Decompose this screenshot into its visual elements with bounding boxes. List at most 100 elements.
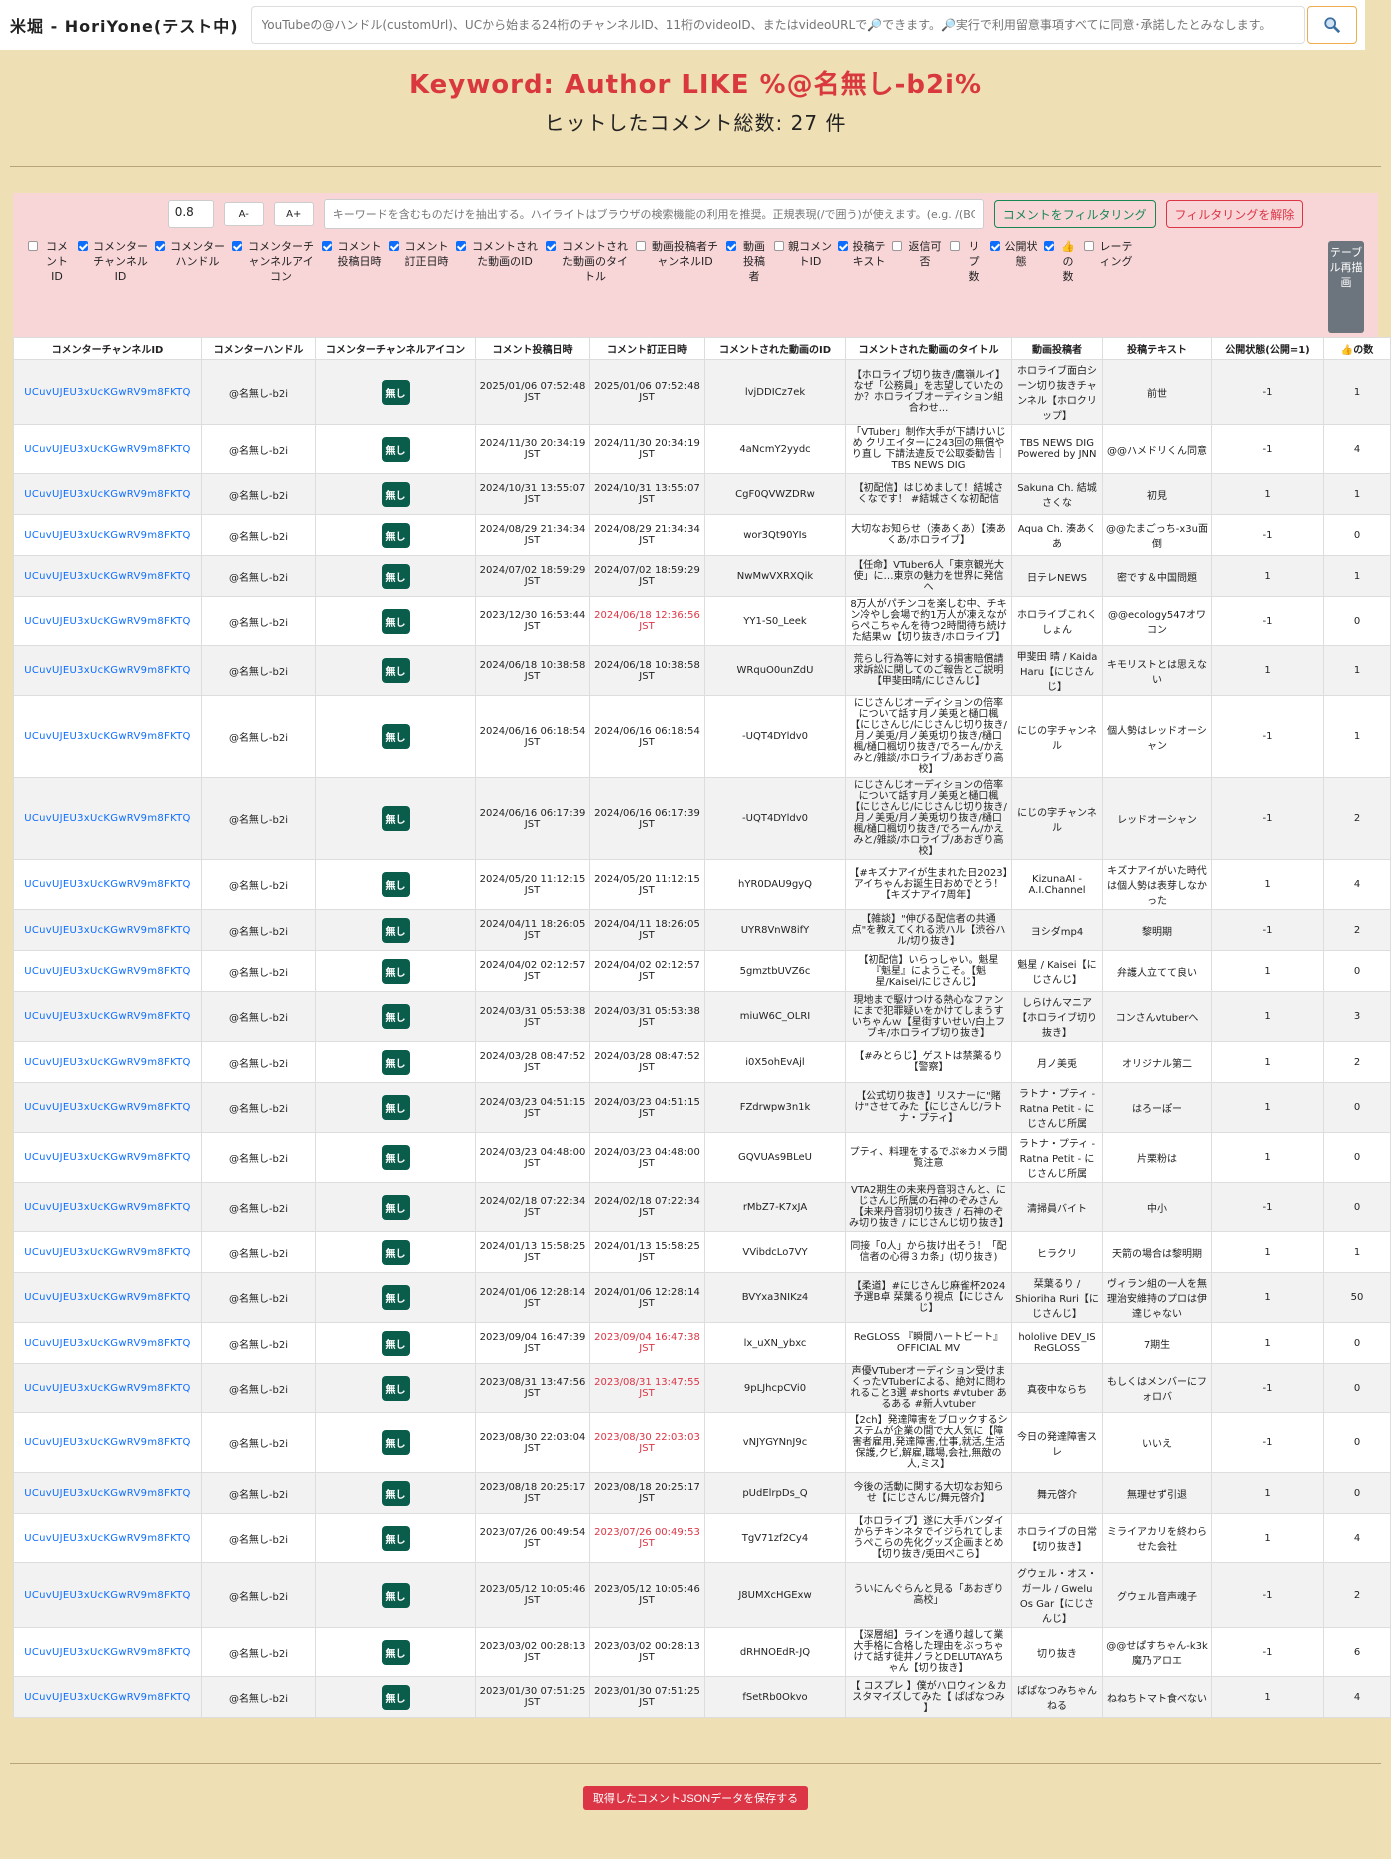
checkbox[interactable] xyxy=(950,241,960,251)
column-header[interactable]: 投稿テキスト xyxy=(1102,337,1212,360)
cell-text: にじの字チャンネル xyxy=(1017,807,1097,834)
cell-text: @名無し-b2i xyxy=(228,445,289,457)
column-header[interactable]: コメントされた動画のタイトル xyxy=(845,337,1012,360)
checkbox[interactable] xyxy=(456,241,466,251)
channel-id-link[interactable]: UCuvUJEU3xUcKGwRV9m8FKTQ xyxy=(24,813,190,824)
channel-id-link[interactable]: UCuvUJEU3xUcKGwRV9m8FKTQ xyxy=(24,1011,190,1022)
clear-filter-button[interactable]: フィルタリングを解除 xyxy=(1165,200,1304,228)
edited-time: 2023/08/31 13:47:55 JST xyxy=(594,1377,700,1399)
channel-id-link[interactable]: UCuvUJEU3xUcKGwRV9m8FKTQ xyxy=(24,387,190,398)
column-toggle[interactable]: 返信可否 xyxy=(889,239,947,284)
channel-id-link[interactable]: UCuvUJEU3xUcKGwRV9m8FKTQ xyxy=(24,1338,190,1349)
channel-id-link[interactable]: UCuvUJEU3xUcKGwRV9m8FKTQ xyxy=(24,1383,190,1394)
video-title: 【ホロライブ】遂に大手バンダイからチキンネタでイジられてしまうぺこらの先化グッズ… xyxy=(853,1516,1004,1560)
cell-handle: @名無し-b2i xyxy=(201,473,316,515)
filter-button[interactable]: コメントをフィルタリング xyxy=(993,200,1156,228)
column-toggle[interactable]: 公開状態 xyxy=(987,239,1041,284)
channel-id-link[interactable]: UCuvUJEU3xUcKGwRV9m8FKTQ xyxy=(24,1152,190,1163)
checkbox[interactable] xyxy=(990,241,1000,251)
channel-id-link[interactable]: UCuvUJEU3xUcKGwRV9m8FKTQ xyxy=(24,1437,190,1448)
channel-id-link[interactable]: UCuvUJEU3xUcKGwRV9m8FKTQ xyxy=(24,530,190,541)
cell-vid: 5gmztbUVZ6c xyxy=(704,950,846,992)
checkbox[interactable] xyxy=(774,241,784,251)
column-toggle[interactable]: コメンターチャンネルアイコン xyxy=(229,239,319,284)
column-header[interactable]: コメンターハンドル xyxy=(201,337,316,360)
channel-id-link[interactable]: UCuvUJEU3xUcKGwRV9m8FKTQ xyxy=(24,665,190,676)
cell-text: ホロライブこれくしょん xyxy=(1017,610,1097,636)
column-toggle[interactable]: コメント投稿日時 xyxy=(319,239,386,284)
checkbox[interactable] xyxy=(726,241,736,251)
zoom-out-button[interactable]: A- xyxy=(223,202,264,226)
cell-cid: UCuvUJEU3xUcKGwRV9m8FKTQ xyxy=(13,1513,202,1563)
channel-id-link[interactable]: UCuvUJEU3xUcKGwRV9m8FKTQ xyxy=(24,1202,190,1213)
cell-text: CgF0QVWZDRw xyxy=(735,488,815,500)
channel-id-link[interactable]: UCuvUJEU3xUcKGwRV9m8FKTQ xyxy=(24,1488,190,1499)
cell-text: グウェル音声魂子 xyxy=(1102,1562,1212,1628)
column-header[interactable]: コメント訂正日時 xyxy=(589,337,705,360)
checkbox[interactable] xyxy=(389,241,399,251)
checkbox[interactable] xyxy=(28,241,38,251)
checkbox[interactable] xyxy=(838,241,848,251)
channel-id-link[interactable]: UCuvUJEU3xUcKGwRV9m8FKTQ xyxy=(24,1647,190,1658)
search-input[interactable] xyxy=(250,6,1305,44)
cell-posted: 2023/01/30 07:51:25 JST xyxy=(475,1676,590,1718)
checkbox[interactable] xyxy=(1084,241,1094,251)
checkbox[interactable] xyxy=(322,241,332,251)
channel-id-link[interactable]: UCuvUJEU3xUcKGwRV9m8FKTQ xyxy=(24,1057,190,1068)
column-toggle[interactable]: リプ数 xyxy=(947,239,987,284)
channel-id-link[interactable]: UCuvUJEU3xUcKGwRV9m8FKTQ xyxy=(24,1533,190,1544)
save-json-button[interactable]: 取得したコメントJSONデータを保存する xyxy=(582,1786,809,1810)
checkbox[interactable] xyxy=(78,241,88,251)
search-button[interactable] xyxy=(1307,6,1357,44)
checkbox[interactable] xyxy=(155,241,165,251)
column-header[interactable]: 動画投稿者 xyxy=(1011,337,1103,360)
column-toggle[interactable]: コメント訂正日時 xyxy=(386,239,453,284)
column-header[interactable]: コメント投稿日時 xyxy=(475,337,590,360)
cell-handle: @名無し-b2i xyxy=(201,1132,316,1183)
channel-id-link[interactable]: UCuvUJEU3xUcKGwRV9m8FKTQ xyxy=(24,925,190,936)
channel-id-link[interactable]: UCuvUJEU3xUcKGwRV9m8FKTQ xyxy=(24,966,190,977)
column-toggle[interactable]: 親コメントID xyxy=(771,239,835,284)
column-header[interactable]: 👍の数 xyxy=(1323,337,1391,360)
checkbox[interactable] xyxy=(1044,241,1054,251)
column-toggle[interactable]: コメントID xyxy=(25,239,75,284)
checkbox[interactable] xyxy=(232,241,242,251)
channel-id-link[interactable]: UCuvUJEU3xUcKGwRV9m8FKTQ xyxy=(24,1692,190,1703)
channel-id-link[interactable]: UCuvUJEU3xUcKGwRV9m8FKTQ xyxy=(24,1292,190,1303)
checkbox[interactable] xyxy=(546,241,556,251)
channel-id-link[interactable]: UCuvUJEU3xUcKGwRV9m8FKTQ xyxy=(24,1247,190,1258)
column-toggle[interactable]: コメントされた動画のタイトル xyxy=(543,239,633,284)
column-header[interactable]: コメンターチャンネルアイコン xyxy=(315,337,476,360)
table-row: UCuvUJEU3xUcKGwRV9m8FKTQ @名無し-b2i 無し 2024/0… xyxy=(13,514,1391,556)
column-toggle[interactable]: 動画投稿者チャンネルID xyxy=(633,239,723,284)
checkbox[interactable] xyxy=(892,241,902,251)
column-toggle[interactable]: 投稿テキスト xyxy=(835,239,889,284)
cell-cid: UCuvUJEU3xUcKGwRV9m8FKTQ xyxy=(13,1412,202,1473)
channel-id-link[interactable]: UCuvUJEU3xUcKGwRV9m8FKTQ xyxy=(24,571,190,582)
zoom-input[interactable]: 0.8 xyxy=(167,200,214,228)
keyword-filter-input[interactable] xyxy=(323,199,984,229)
cell-vid: wor3Qt90YIs xyxy=(704,514,846,556)
channel-id-link[interactable]: UCuvUJEU3xUcKGwRV9m8FKTQ xyxy=(24,444,190,455)
column-toggle[interactable]: コメントされた動画のID xyxy=(453,239,543,284)
column-header[interactable]: 公開状態(公開=1) xyxy=(1211,337,1324,360)
column-toggle[interactable]: 👍の数 xyxy=(1041,239,1081,284)
channel-id-link[interactable]: UCuvUJEU3xUcKGwRV9m8FKTQ xyxy=(24,1590,190,1601)
column-toggle[interactable]: コメンターチャンネルID xyxy=(75,239,152,284)
channel-id-link[interactable]: UCuvUJEU3xUcKGwRV9m8FKTQ xyxy=(24,1102,190,1113)
channel-id-link[interactable]: UCuvUJEU3xUcKGwRV9m8FKTQ xyxy=(24,489,190,500)
channel-id-link[interactable]: UCuvUJEU3xUcKGwRV9m8FKTQ xyxy=(24,879,190,890)
column-header[interactable]: コメントされた動画のID xyxy=(704,337,846,360)
cell-posted: 2023/12/30 16:53:44 JST xyxy=(475,596,590,646)
column-toggle[interactable]: レーティング xyxy=(1081,239,1137,284)
checkbox[interactable] xyxy=(636,241,646,251)
filter-panel: 0.8 A- A+ コメントをフィルタリング フィルタリングを解除 コメントID… xyxy=(13,193,1378,337)
column-toggle[interactable]: 動画投稿者 xyxy=(723,239,771,284)
cell-text: 2024/11/30 20:34:19 JST xyxy=(479,438,586,460)
channel-id-link[interactable]: UCuvUJEU3xUcKGwRV9m8FKTQ xyxy=(24,731,190,742)
channel-id-link[interactable]: UCuvUJEU3xUcKGwRV9m8FKTQ xyxy=(24,616,190,627)
zoom-in-button[interactable]: A+ xyxy=(273,202,314,226)
column-header[interactable]: コメンターチャンネルID xyxy=(13,337,202,360)
column-toggle[interactable]: コメンターハンドル xyxy=(152,239,229,284)
redraw-table-button[interactable]: テーブル再描画 xyxy=(1328,241,1364,333)
